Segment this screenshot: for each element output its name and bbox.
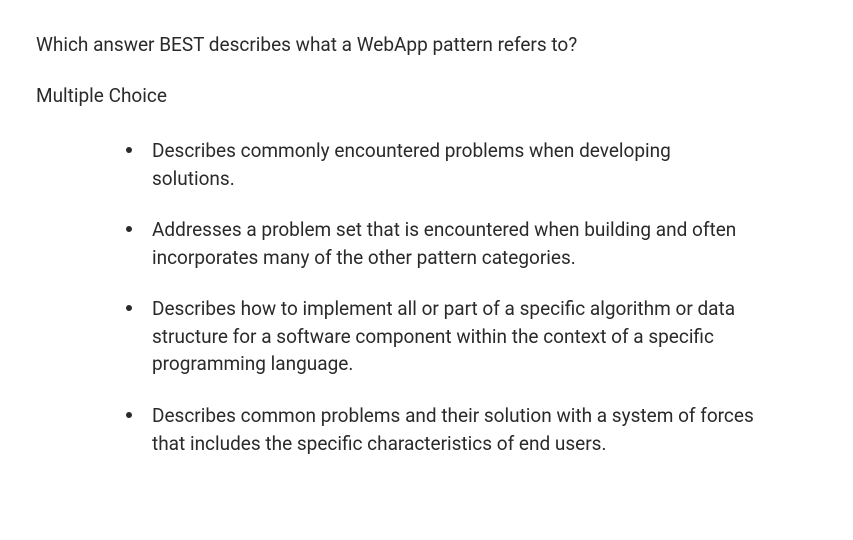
option-item[interactable]: Describes commonly encountered problems …	[126, 137, 757, 192]
options-list: Describes commonly encountered problems …	[36, 137, 817, 457]
option-text: Describes how to implement all or part o…	[152, 295, 757, 378]
option-text: Describes common problems and their solu…	[152, 402, 757, 457]
option-item[interactable]: Addresses a problem set that is encounte…	[126, 216, 757, 271]
bullet-icon	[126, 412, 132, 418]
option-text: Describes commonly encountered problems …	[152, 137, 757, 192]
option-text: Addresses a problem set that is encounte…	[152, 216, 757, 271]
question-text: Which answer BEST describes what a WebAp…	[36, 32, 817, 59]
option-item[interactable]: Describes how to implement all or part o…	[126, 295, 757, 378]
bullet-icon	[126, 226, 132, 232]
question-type-label: Multiple Choice	[36, 83, 817, 110]
option-item[interactable]: Describes common problems and their solu…	[126, 402, 757, 457]
bullet-icon	[126, 147, 132, 153]
bullet-icon	[126, 305, 132, 311]
